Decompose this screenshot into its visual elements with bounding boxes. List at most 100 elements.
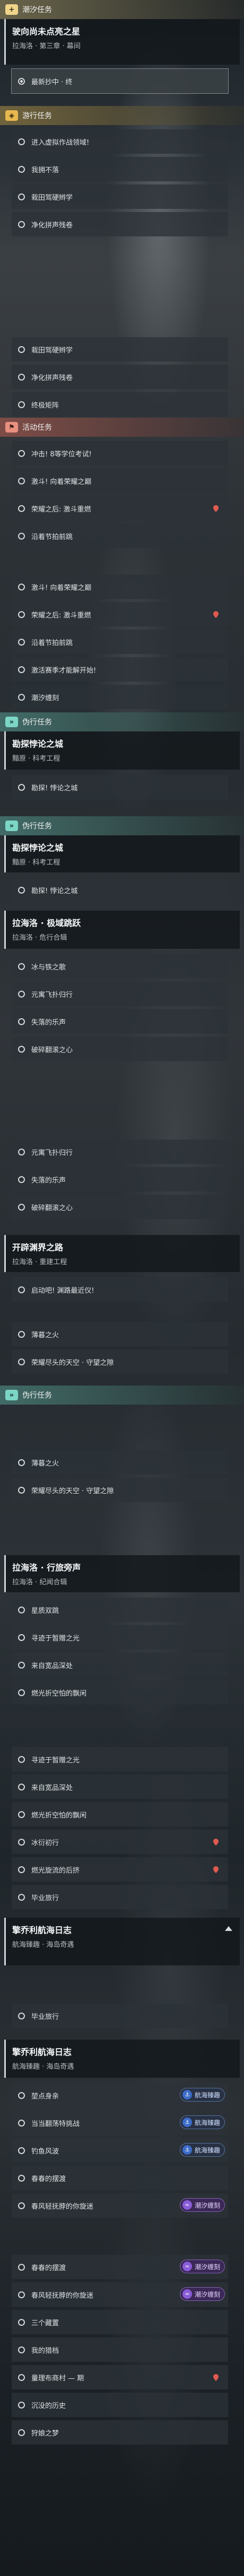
list-item[interactable]: 当当翻荡特挑战 ⚓ 航海臻趣 — [12, 2111, 228, 2135]
list-item[interactable]: 激活赛季才能解开始! — [12, 657, 228, 682]
row-label: 荣耀之后: 激斗重燃 — [31, 505, 91, 514]
list-item[interactable]: 潮汐缠刻 — [12, 685, 228, 709]
row-label: 春风轻抚脖的你旋迷 — [31, 2291, 94, 2300]
circle-icon — [18, 2092, 25, 2099]
circle-icon — [18, 2012, 25, 2019]
list-item[interactable]: 破碎翻滚之心 — [12, 1195, 228, 1219]
list-item[interactable]: 元寓飞扑归行 — [12, 982, 228, 1006]
circle-icon — [18, 1606, 25, 1613]
section-header-daily: + 潮汐任务 — [0, 0, 244, 19]
section-header-trip: ◈ 游行任务 — [0, 106, 244, 125]
list-item[interactable]: 寻迹于暂赠之光 — [12, 1747, 228, 1771]
list-item[interactable]: 沿着节拍前跳 — [12, 524, 228, 548]
quest-card[interactable]: 开辟渊界之路 拉海洛 · 重建工程 — [4, 1235, 240, 1272]
circle-icon — [18, 2174, 25, 2182]
circle-icon — [18, 373, 25, 381]
row-label: 三个藏置 — [31, 2319, 59, 2327]
list-item[interactable]: 毕业旅行 — [12, 1885, 228, 1909]
circle-icon — [18, 638, 25, 646]
list-item[interactable]: 勘探! 悖论之城 — [12, 775, 228, 799]
list-item[interactable]: 净化拼声残卷 — [12, 212, 228, 236]
list-item[interactable]: 净化拼声残卷 — [12, 365, 228, 389]
quest-title: 驶向尚未点亮之星 — [12, 27, 81, 37]
list-item[interactable]: 薄暮之火 — [12, 1322, 228, 1346]
list-item[interactable]: 三个藏置 — [12, 2310, 228, 2334]
circle-icon — [18, 1811, 25, 1818]
quest-subtitle: 拉海洛 · 纪闻合辑 — [12, 1578, 67, 1586]
list-item[interactable]: 春春的摆渡 ≈ 潮汐缠刻 — [12, 2255, 228, 2279]
list-item[interactable]: 来自宽品深处 — [12, 1653, 228, 1677]
list-item[interactable]: 寻迹于暂赠之光 — [12, 1625, 228, 1649]
quest-card[interactable]: 拉海洛 · 行旅旁声 拉海洛 · 纪闻合辑 — [4, 1555, 240, 1592]
list-item[interactable]: 失落的乐声 — [12, 1009, 228, 1034]
list-item[interactable]: 冰与铁之歌 — [12, 954, 228, 978]
circle-icon — [18, 1661, 25, 1669]
circle-icon — [18, 2263, 25, 2271]
quest-step-row[interactable]: 最新抄中 · 终 — [11, 68, 229, 94]
list-item[interactable]: 燃光旋流的后挤 — [12, 1857, 228, 1882]
quest-card[interactable]: 驶向尚未点亮之星 拉海洛 · 第三章 · 幕间 — [4, 19, 240, 65]
list-item[interactable]: 荣耀之后: 激斗重燃 — [12, 602, 228, 627]
list-item[interactable]: 狩娘之梦 — [12, 2420, 228, 2445]
row-label: 薄暮之火 — [31, 1331, 59, 1339]
row-label: 激活赛季才能解开始! — [31, 666, 97, 675]
circle-icon — [18, 1358, 25, 1365]
list-item[interactable]: 毕业旅行 — [12, 2004, 228, 2028]
list-item[interactable]: 荣耀之后: 激斗重燃 — [12, 496, 228, 521]
list-item[interactable]: 激斗! 向着荣耀之巅 — [12, 575, 228, 599]
row-label: 堃点身亲 — [31, 2092, 59, 2101]
list-item[interactable]: 星质双跳 — [12, 1598, 228, 1622]
chevron-up-icon[interactable] — [225, 1926, 232, 1931]
row-label: 毕业旅行 — [31, 1894, 59, 1902]
list-item[interactable]: 荣耀尽头的天空 · 守望之隙 — [12, 1478, 228, 1502]
row-label: 沉没的历史 — [31, 2402, 66, 2410]
list-item[interactable]: 失落的乐声 — [12, 1167, 228, 1192]
circle-icon — [18, 2202, 25, 2209]
circle-icon — [18, 1486, 25, 1494]
quest-card[interactable]: 擎乔利航海日志 航海臻趣 · 海岛奇遇 — [4, 1918, 240, 1965]
list-item[interactable]: 启动吧! 渊路最近仪! — [12, 1277, 228, 1302]
list-item[interactable]: 进入虚拟作战领域! — [12, 129, 228, 154]
list-item[interactable]: 春风轻抚脖的你旋迷 ≈ 潮汐缠刻 — [12, 2193, 228, 2218]
list-item[interactable]: 栽田驾硬辫学 — [12, 337, 228, 361]
list-item[interactable]: 燃光折空怕的飘闲 — [12, 1802, 228, 1827]
circle-icon — [18, 1689, 25, 1696]
list-item[interactable]: 春春的摆渡 — [12, 2166, 228, 2190]
list-item[interactable]: 薄暮之火 — [12, 1450, 228, 1475]
list-item[interactable]: 钓鱼风波 ⚓ 航海臻趣 — [12, 2138, 228, 2163]
quest-card[interactable]: 拉海洛 · 极域跳跃 拉海洛 · 危行合辑 — [4, 911, 240, 949]
row-label: 沿着节拍前跳 — [31, 533, 73, 541]
circle-icon — [18, 220, 25, 228]
quest-title: 勘探悖论之城 — [12, 739, 64, 749]
list-item[interactable]: 春风轻抚脖的你旋迷 ≈ 潮汐缠刻 — [12, 2282, 228, 2307]
circle-icon — [18, 2119, 25, 2127]
row-label: 荣耀尽头的天空 · 守望之隙 — [31, 1358, 114, 1367]
list-item[interactable]: 激斗! 向着荣耀之巅 — [12, 469, 228, 493]
list-item[interactable]: 冰衍初行 — [12, 1830, 228, 1854]
list-item[interactable]: 元寓飞扑归行 — [12, 1140, 228, 1164]
quest-card[interactable]: 勘探悖论之城 黯原 · 科考工程 — [4, 835, 240, 872]
quest-card[interactable]: 勘探悖论之城 黯原 · 科考工程 — [4, 731, 240, 770]
list-item[interactable]: 量理布商村 — 期 — [12, 2365, 228, 2389]
section-label: 游行任务 — [22, 112, 52, 120]
row-label: 荣耀之后: 激斗重燃 — [31, 611, 91, 620]
list-item[interactable]: 冲击! 8等学位考试! — [12, 441, 228, 465]
list-item[interactable]: 我的猎档 — [12, 2337, 228, 2362]
list-item[interactable]: 沉没的历史 — [12, 2393, 228, 2417]
list-item[interactable]: 荣耀尽头的天空 · 守望之隙 — [12, 1349, 228, 1374]
row-label: 元寓飞扑归行 — [31, 1149, 73, 1157]
list-item[interactable]: 来自宽品深处 — [12, 1775, 228, 1799]
list-item[interactable]: 燃光折空怕的飘闲 — [12, 1680, 228, 1705]
list-item[interactable]: 沿着节拍前跳 — [12, 630, 228, 654]
tag-label: 潮汐缠刻 — [194, 2201, 220, 2209]
list-item[interactable]: 勘探! 悖论之城 — [12, 878, 228, 902]
list-item[interactable]: 我拥不落 — [12, 157, 228, 181]
list-item[interactable]: 栽田驾硬辫学 — [12, 184, 228, 209]
circle-icon — [18, 1203, 25, 1211]
list-item[interactable]: 终极矩阵 — [12, 392, 228, 417]
list-item[interactable]: 堃点身亲 ⚓ 航海臻趣 — [12, 2083, 228, 2107]
circle-icon — [18, 1176, 25, 1183]
quest-card[interactable]: 擎乔利航海日志 航海臻趣 · 海岛奇遇 — [4, 2040, 240, 2078]
list-item[interactable]: 破碎翻滚之心 — [12, 1037, 228, 1061]
circle-icon — [18, 1018, 25, 1025]
